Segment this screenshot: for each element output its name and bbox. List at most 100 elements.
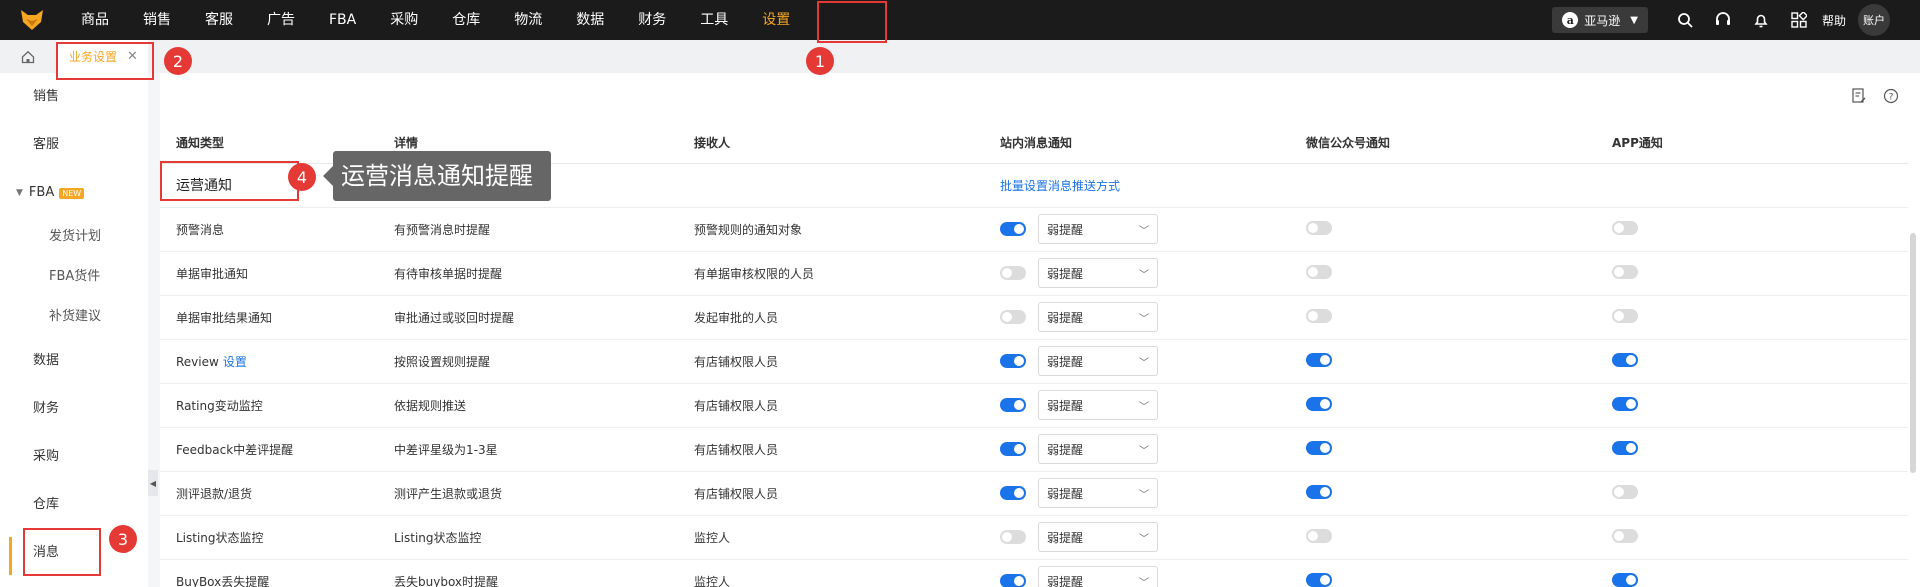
site-notify-cell: 弱提醒 ﹀ (1000, 522, 1290, 552)
wechat-notify-toggle[interactable] (1306, 572, 1332, 587)
sidebar-item-data[interactable]: 数据 (0, 337, 148, 385)
nav-logistics[interactable]: 物流 (497, 0, 559, 40)
site-notify-toggle[interactable] (1000, 266, 1026, 280)
app-notify-toggle[interactable] (1612, 308, 1638, 323)
app-notify-toggle[interactable] (1612, 572, 1638, 587)
site-notify-cell: 弱提醒 ﹀ (1000, 434, 1290, 464)
row-detail: 审批通过或驳回时提醒 (394, 310, 515, 325)
nav-sales[interactable]: 销售 (126, 0, 188, 40)
switch-knob (1614, 530, 1624, 541)
app-notify-toggle[interactable] (1612, 528, 1638, 543)
site-notify-toggle[interactable] (1000, 486, 1026, 500)
reminder-level-select[interactable]: 弱提醒 ﹀ (1038, 434, 1158, 464)
nav-settings[interactable]: 设置 (745, 0, 807, 40)
sidebar-sub-shipment-plan[interactable]: 发货计划 (0, 217, 148, 257)
row-type: BuyBox丢失提醒 (176, 574, 270, 587)
reminder-level-select[interactable]: 弱提醒 ﹀ (1038, 258, 1158, 288)
site-notify-toggle[interactable] (1000, 354, 1026, 368)
nav-customer-service[interactable]: 客服 (188, 0, 250, 40)
wechat-notify-toggle[interactable] (1306, 308, 1332, 323)
nav-purchase[interactable]: 采购 (373, 0, 435, 40)
switch-knob (1626, 398, 1636, 409)
headset-icon[interactable] (1713, 10, 1733, 30)
help-circle-icon[interactable]: ? (1882, 87, 1900, 105)
batch-set-link[interactable]: 批量设置消息推送方式 (1000, 179, 1120, 193)
site-notify-cell: 弱提醒 ﹀ (1000, 390, 1290, 420)
nav-data[interactable]: 数据 (559, 0, 621, 40)
sidebar-item-warehouse[interactable]: 仓库 (0, 481, 148, 529)
apps-grid-icon[interactable] (1789, 10, 1809, 30)
wechat-notify-toggle[interactable] (1306, 396, 1332, 411)
fox-logo-icon (21, 10, 43, 30)
bell-icon[interactable] (1751, 10, 1771, 30)
nav-fba[interactable]: FBA (312, 0, 373, 40)
switch-knob (1014, 444, 1024, 454)
select-value: 弱提醒 (1047, 310, 1084, 325)
nav-warehouse[interactable]: 仓库 (435, 0, 497, 40)
sidebar-item-purchase[interactable]: 采购 (0, 433, 148, 481)
site-notify-toggle[interactable] (1000, 222, 1026, 236)
site-notify-toggle[interactable] (1000, 574, 1026, 587)
amazon-icon: a (1562, 12, 1579, 28)
help-link[interactable]: 帮助 (1822, 12, 1846, 29)
row-settings-link[interactable]: 设置 (223, 355, 247, 369)
switch-knob (1614, 486, 1624, 497)
chevron-down-icon: ﹀ (1139, 269, 1149, 281)
reminder-level-select[interactable]: 弱提醒 ﹀ (1038, 390, 1158, 420)
sidebar-item-sales[interactable]: 销售 (0, 73, 148, 121)
app-notify-toggle[interactable] (1612, 220, 1638, 235)
annotation-number-4: 4 (288, 163, 316, 191)
site-notify-toggle[interactable] (1000, 310, 1026, 324)
col-header-app-notify: APP通知 (1596, 123, 1908, 164)
wechat-notify-toggle[interactable] (1306, 352, 1332, 367)
sidebar-item-finance[interactable]: 财务 (0, 385, 148, 433)
switch-knob (1014, 488, 1024, 498)
switch-knob (1626, 574, 1636, 585)
switch-knob (1320, 486, 1330, 497)
wechat-notify-toggle[interactable] (1306, 220, 1332, 235)
sidebar-collapse-handle[interactable]: ◀ (148, 470, 158, 496)
site-notify-toggle[interactable] (1000, 530, 1026, 544)
switch-knob (1308, 266, 1318, 277)
avatar[interactable]: 账户 (1858, 4, 1890, 36)
sidebar-item-customer-service[interactable]: 客服 (0, 121, 148, 169)
store-selector[interactable]: a 亚马逊 ▼ (1552, 7, 1648, 33)
nav-tools[interactable]: 工具 (683, 0, 745, 40)
reminder-level-select[interactable]: 弱提醒 ﹀ (1038, 522, 1158, 552)
select-value: 弱提醒 (1047, 574, 1084, 587)
chevron-down-icon: ﹀ (1139, 225, 1149, 237)
wechat-notify-toggle[interactable] (1306, 484, 1332, 499)
nav-finance[interactable]: 财务 (621, 0, 683, 40)
app-logo[interactable] (0, 0, 64, 40)
reminder-level-select[interactable]: 弱提醒 ﹀ (1038, 214, 1158, 244)
app-notify-toggle[interactable] (1612, 352, 1638, 367)
switch-knob (1626, 354, 1636, 365)
scrollbar[interactable] (1910, 233, 1916, 473)
row-receiver: 有店铺权限人员 (694, 354, 779, 369)
reminder-level-select[interactable]: 弱提醒 ﹀ (1038, 566, 1158, 587)
row-detail: 按照设置规则提醒 (394, 354, 491, 369)
search-icon[interactable] (1675, 10, 1695, 30)
wechat-notify-toggle[interactable] (1306, 440, 1332, 455)
app-notify-toggle[interactable] (1612, 484, 1638, 499)
app-notify-toggle[interactable] (1612, 264, 1638, 279)
app-notify-toggle[interactable] (1612, 396, 1638, 411)
sidebar-sub-replenish[interactable]: 补货建议 (0, 297, 148, 337)
tab-strip: 业务设置 ✕ (0, 40, 1920, 73)
sidebar-sub-fba-shipment[interactable]: FBA货件 (0, 257, 148, 297)
home-tab[interactable] (0, 40, 56, 73)
nav-products[interactable]: 商品 (64, 0, 126, 40)
reminder-level-select[interactable]: 弱提醒 ﹀ (1038, 346, 1158, 376)
sidebar-item-fba[interactable]: ▼ FBA NEW (0, 169, 148, 217)
site-notify-toggle[interactable] (1000, 398, 1026, 412)
app-notify-toggle[interactable] (1612, 440, 1638, 455)
site-notify-toggle[interactable] (1000, 442, 1026, 456)
row-receiver: 有店铺权限人员 (694, 486, 779, 501)
wechat-notify-toggle[interactable] (1306, 264, 1332, 279)
reminder-level-select[interactable]: 弱提醒 ﹀ (1038, 302, 1158, 332)
edit-doc-icon[interactable] (1850, 87, 1868, 105)
reminder-level-select[interactable]: 弱提醒 ﹀ (1038, 478, 1158, 508)
table-row: 单据审批通知 有待审核单据时提醒 有单据审核权限的人员 弱提醒 ﹀ (160, 251, 1908, 296)
wechat-notify-toggle[interactable] (1306, 528, 1332, 543)
nav-ads[interactable]: 广告 (250, 0, 312, 40)
